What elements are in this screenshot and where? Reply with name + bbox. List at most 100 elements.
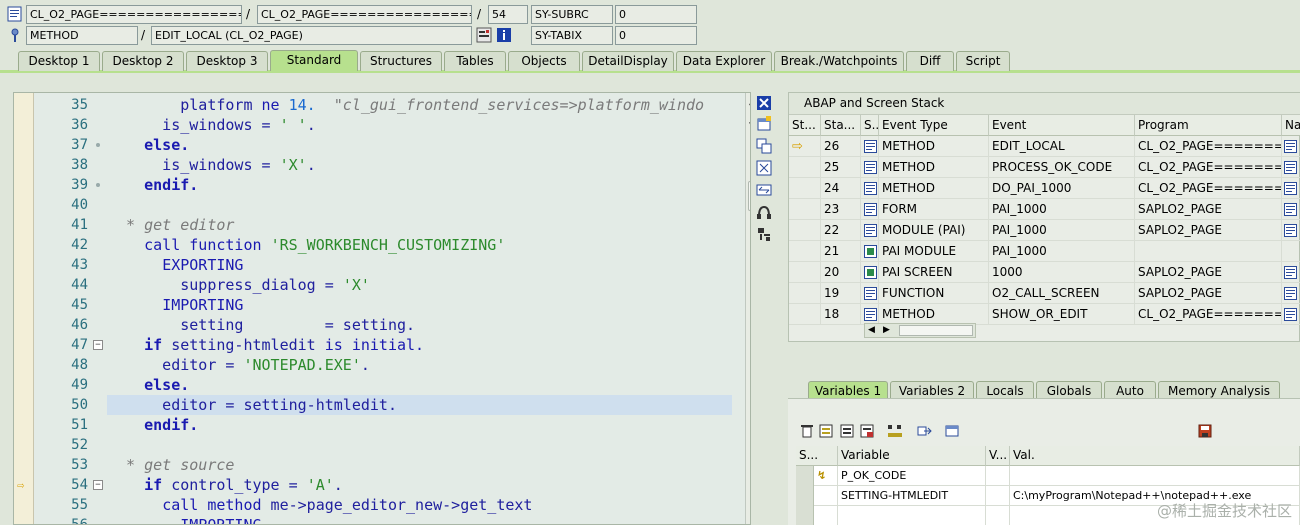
tab-data-explorer[interactable]: Data Explorer <box>676 51 772 71</box>
code-line[interactable]: 45 IMPORTING <box>14 295 739 315</box>
close-icon[interactable] <box>756 95 772 111</box>
navigate-icon[interactable] <box>1284 266 1297 279</box>
variable-name[interactable]: SETTING-HTMLEDIT <box>838 486 986 506</box>
tab-diff[interactable]: Diff <box>906 51 954 71</box>
tab-objects[interactable]: Objects <box>508 51 580 71</box>
variable-column-header[interactable]: V... <box>986 446 1010 466</box>
tab-detaildisplay[interactable]: DetailDisplay <box>582 51 674 71</box>
settings-icon[interactable] <box>756 226 772 242</box>
tab-break-watchpoints[interactable]: Break./Watchpoints <box>774 51 904 71</box>
code-line[interactable]: 52 <box>14 435 739 455</box>
scroll-right-icon[interactable]: ▶ <box>883 324 890 337</box>
stack-column-header[interactable]: Program <box>1135 115 1282 136</box>
navigate-icon[interactable] <box>1284 140 1297 153</box>
sysvar-name-field[interactable]: SY-SUBRC <box>531 5 613 24</box>
swap-icon[interactable] <box>756 182 772 198</box>
event-field[interactable]: EDIT_LOCAL (CL_O2_PAGE) <box>151 26 472 45</box>
hierarchy-icon[interactable] <box>887 424 903 441</box>
sysvar-value-field[interactable]: 0 <box>615 5 697 24</box>
stack-column-header[interactable]: Sta... <box>821 115 861 136</box>
navigate-icon[interactable] <box>1284 287 1297 300</box>
stack-column-header[interactable]: Na... <box>1282 115 1300 136</box>
code-line[interactable]: 46 setting = setting. <box>14 315 739 335</box>
tab-tables[interactable]: Tables <box>444 51 506 71</box>
navigate-icon[interactable] <box>1284 161 1297 174</box>
stack-row[interactable]: 23 FORM PAI_1000 SAPLO2_PAGE <box>789 199 1300 220</box>
hscroll-thumb[interactable] <box>899 325 973 336</box>
navigate-icon[interactable] <box>916 424 932 441</box>
code-line[interactable]: ⇨ 54− if control_type = 'A'. <box>14 475 739 495</box>
event-type-field[interactable]: METHOD <box>26 26 138 45</box>
variable-column-header[interactable]: Variable <box>838 446 986 466</box>
scroll-down-icon[interactable]: ▼ <box>749 121 750 131</box>
stack-column-header[interactable]: S... <box>861 115 879 136</box>
code-scrollbar[interactable]: ▲ ▼ <box>745 93 750 524</box>
code-line[interactable]: 56 IMPORTING <box>14 515 739 524</box>
display-object-icon[interactable] <box>476 27 492 43</box>
code-line[interactable]: 43 EXPORTING <box>14 255 739 275</box>
transfer-icon[interactable] <box>819 424 833 441</box>
stack-row[interactable]: 24 METHOD DO_PAI_1000 CL_O2_PAGE=======... <box>789 178 1300 199</box>
stack-row[interactable]: 22 MODULE (PAI) PAI_1000 SAPLO2_PAGE <box>789 220 1300 241</box>
code-line[interactable]: 42 call function 'RS_WORKBENCH_CUSTOMIZI… <box>14 235 739 255</box>
tab-standard[interactable]: Standard <box>270 50 358 71</box>
code-line[interactable]: 47− if setting-htmledit is initial. <box>14 335 739 355</box>
variable-row[interactable]: ↯ P_OK_CODE <box>796 466 1300 486</box>
new-tool-icon[interactable] <box>756 116 772 132</box>
code-line[interactable]: 48 editor = 'NOTEPAD.EXE'. <box>14 355 739 375</box>
code-line[interactable]: 38 is_windows = 'X'. <box>14 155 739 175</box>
variable-column-header[interactable]: Val. <box>1010 446 1300 466</box>
scroll-left-icon[interactable]: ◀ <box>868 324 875 337</box>
stack-row[interactable]: 19 FUNCTION O2_CALL_SCREEN SAPLO2_PAGE <box>789 283 1300 304</box>
table-icon[interactable] <box>945 424 959 441</box>
replace-tool-icon[interactable] <box>756 138 772 154</box>
code-line[interactable]: 51 endif. <box>14 415 739 435</box>
variable-name[interactable] <box>838 506 986 525</box>
scroll-up-icon[interactable]: ▲ <box>749 97 750 107</box>
save-layout-icon[interactable] <box>860 424 874 441</box>
navigate-icon[interactable] <box>1284 224 1297 237</box>
code-line[interactable]: 36 is_windows = ' '. <box>14 115 739 135</box>
fold-toggle-icon[interactable]: − <box>93 480 103 490</box>
include-field[interactable]: CL_O2_PAGE===================... <box>257 5 472 24</box>
save-icon[interactable] <box>1198 424 1212 441</box>
sysvar-value-field[interactable]: 0 <box>615 26 697 45</box>
sysvar-name-field[interactable]: SY-TABIX <box>531 26 613 45</box>
program-field[interactable]: CL_O2_PAGE===================... <box>26 5 242 24</box>
load-icon[interactable] <box>840 424 854 441</box>
code-line[interactable]: 44 suppress_dialog = 'X' <box>14 275 739 295</box>
stack-column-header[interactable]: Event <box>989 115 1135 136</box>
fold-toggle-icon[interactable]: − <box>93 340 103 350</box>
source-code-editor[interactable]: 35 platform ne 14. "cl_gui_frontend_serv… <box>13 92 751 525</box>
maximize-icon[interactable] <box>756 160 772 176</box>
scroll-thumb[interactable] <box>748 181 750 211</box>
tab-desktop-2[interactable]: Desktop 2 <box>102 51 184 71</box>
code-line[interactable]: 55 call method me->page_editor_new->get_… <box>14 495 739 515</box>
code-line[interactable]: 41 * get editor <box>14 215 739 235</box>
tab-script[interactable]: Script <box>956 51 1010 71</box>
code-line[interactable]: 50 editor = setting-htmledit. <box>14 395 739 415</box>
stack-column-header[interactable]: Event Type <box>879 115 989 136</box>
variable-value[interactable] <box>1010 466 1300 486</box>
variable-column-header[interactable]: S... <box>796 446 838 466</box>
code-line[interactable]: 37 else. <box>14 135 739 155</box>
stack-row[interactable]: 25 METHOD PROCESS_OK_CODE CL_O2_PAGE=======… <box>789 157 1300 178</box>
code-line[interactable]: 39 endif. <box>14 175 739 195</box>
stack-row[interactable]: 20 PAI SCREEN 1000 SAPLO2_PAGE <box>789 262 1300 283</box>
code-line[interactable]: 40 <box>14 195 739 215</box>
delete-icon[interactable] <box>800 424 814 441</box>
tab-desktop-1[interactable]: Desktop 1 <box>18 51 100 71</box>
line-number-field[interactable]: 54 <box>488 5 528 24</box>
row-selector[interactable] <box>796 466 814 486</box>
stack-hscrollbar[interactable]: ◀ ▶ <box>864 323 976 338</box>
row-selector[interactable] <box>796 486 814 506</box>
stack-row[interactable]: ⇨ 26 METHOD EDIT_LOCAL CL_O2_PAGE=======... <box>789 136 1300 157</box>
stack-column-header[interactable]: St... <box>789 115 821 136</box>
code-line[interactable]: 53 * get source <box>14 455 739 475</box>
info-icon[interactable] <box>496 27 512 43</box>
navigate-icon[interactable] <box>1284 308 1297 321</box>
tab-structures[interactable]: Structures <box>360 51 442 71</box>
row-selector[interactable] <box>796 506 814 525</box>
variable-name[interactable]: P_OK_CODE <box>838 466 986 486</box>
tab-desktop-3[interactable]: Desktop 3 <box>186 51 268 71</box>
